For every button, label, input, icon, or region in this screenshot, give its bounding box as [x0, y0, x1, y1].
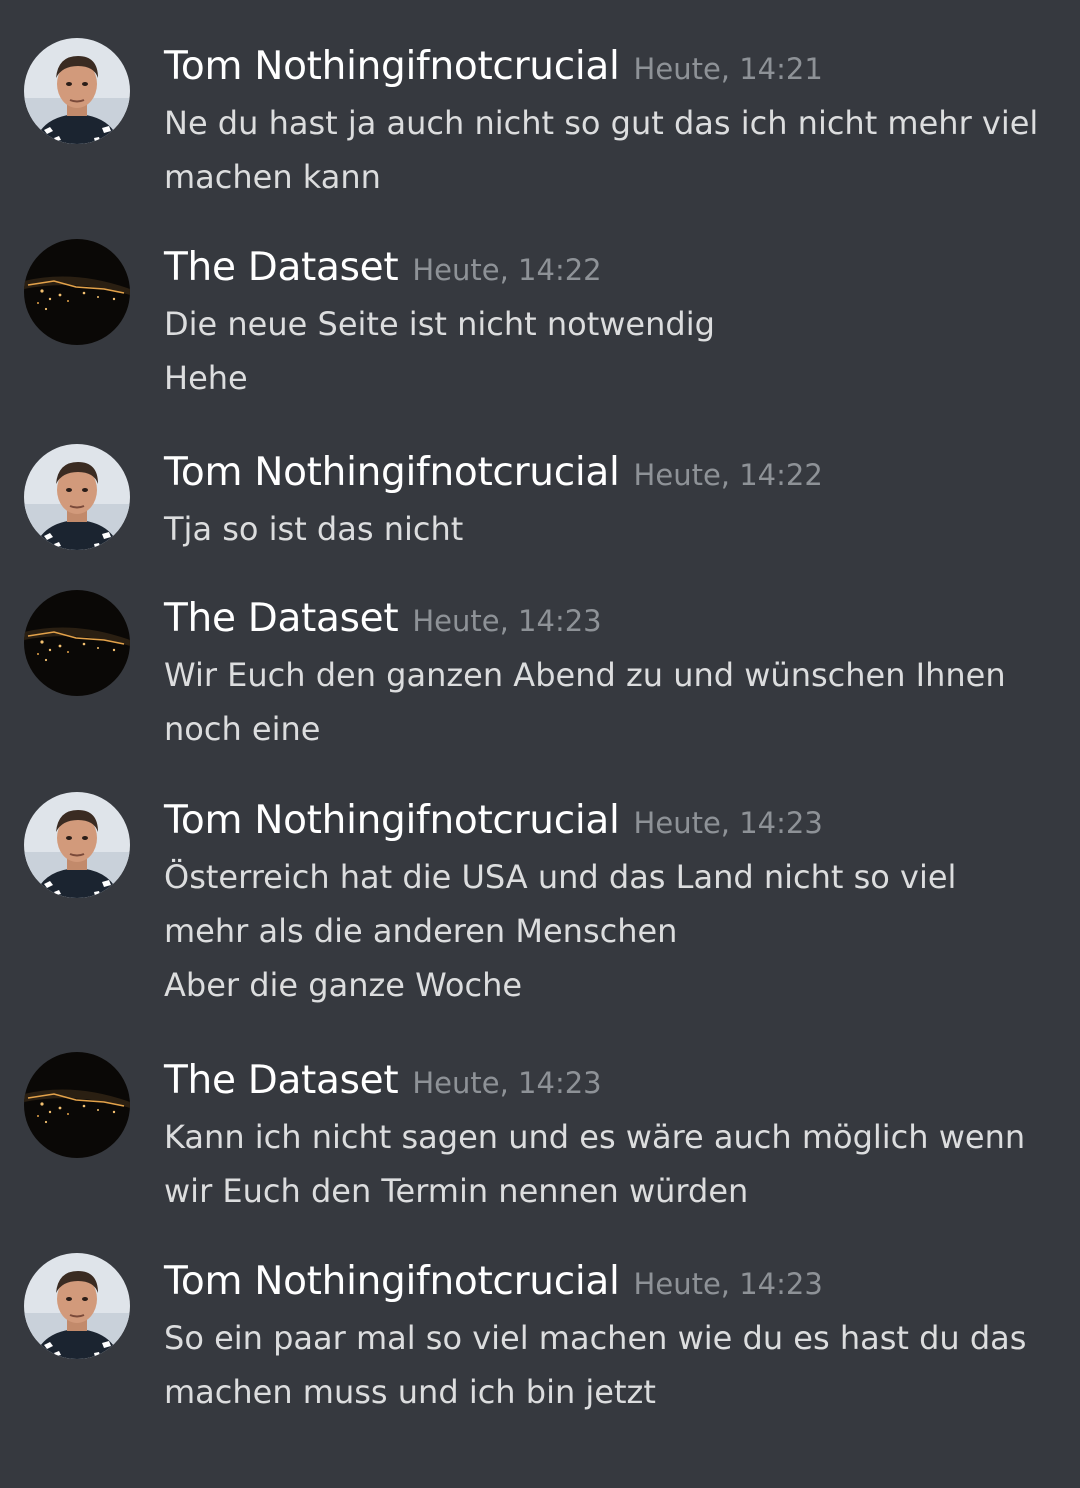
message-header: Tom Nothingifnotcrucial Heute, 14:22 [164, 444, 1054, 502]
person-avatar-icon [24, 444, 130, 550]
night-earth-avatar-icon [24, 239, 130, 345]
message-text: machen muss und ich bin jetzt [164, 1373, 656, 1411]
message-content: Tom Nothingifnotcrucial Heute, 14:22 Tja … [164, 444, 1054, 556]
night-earth-avatar-icon [24, 590, 130, 696]
message-header: Tom Nothingifnotcrucial Heute, 14:23 [164, 1253, 1054, 1311]
message-text: noch eine [164, 710, 321, 748]
message-content: Tom Nothingifnotcrucial Heute, 14:21 Ne d… [164, 38, 1054, 204]
author-name[interactable]: Tom Nothingifnotcrucial [164, 450, 620, 495]
message-text: Wir Euch den ganzen Abend zu und wünsche… [164, 656, 1006, 694]
user-avatar[interactable] [24, 792, 130, 898]
message-text: Ne du hast ja auch nicht so gut das ich … [164, 104, 1039, 142]
message-text: Die neue Seite ist nicht notwendig [164, 305, 715, 343]
timestamp: Heute, 14:22 [412, 253, 602, 287]
person-avatar-icon [24, 38, 130, 144]
message-header: Tom Nothingifnotcrucial Heute, 14:23 [164, 792, 1054, 850]
timestamp: Heute, 14:23 [633, 1267, 823, 1301]
timestamp: Heute, 14:23 [412, 604, 602, 638]
message-content: The Dataset Heute, 14:22 Die neue Seite i… [164, 239, 1054, 405]
user-avatar[interactable] [24, 1052, 130, 1158]
message-text: Aber die ganze Woche [164, 966, 523, 1004]
message-text: mehr als die anderen Menschen [164, 912, 678, 950]
timestamp: Heute, 14:23 [633, 806, 823, 840]
message-text: Tja so ist das nicht [164, 510, 464, 548]
message-header: The Dataset Heute, 14:23 [164, 590, 1054, 648]
user-avatar[interactable] [24, 38, 130, 144]
user-avatar[interactable] [24, 1253, 130, 1359]
author-name[interactable]: The Dataset [164, 245, 399, 290]
timestamp: Heute, 14:21 [633, 52, 823, 86]
person-avatar-icon [24, 1253, 130, 1359]
message-list: Tom Nothingifnotcrucial Heute, 14:21 Ne d… [0, 0, 1080, 1488]
message-header: Tom Nothingifnotcrucial Heute, 14:21 [164, 38, 1054, 96]
author-name[interactable]: Tom Nothingifnotcrucial [164, 798, 620, 843]
author-name[interactable]: The Dataset [164, 1058, 399, 1103]
user-avatar[interactable] [24, 590, 130, 696]
message-text: So ein paar mal so viel machen wie du es… [164, 1319, 1027, 1357]
message-text: machen kann [164, 158, 381, 196]
message-header: The Dataset Heute, 14:23 [164, 1052, 1054, 1110]
message-content: Tom Nothingifnotcrucial Heute, 14:23 So e… [164, 1253, 1054, 1419]
timestamp: Heute, 14:23 [412, 1066, 602, 1100]
message-text: Kann ich nicht sagen und es wäre auch mö… [164, 1118, 1026, 1156]
night-earth-avatar-icon [24, 1052, 130, 1158]
author-name[interactable]: Tom Nothingifnotcrucial [164, 1259, 620, 1304]
message-content: The Dataset Heute, 14:23 Kann ich nicht s… [164, 1052, 1054, 1218]
message-text: Österreich hat die USA und das Land nich… [164, 858, 957, 896]
person-avatar-icon [24, 792, 130, 898]
message-text: wir Euch den Termin nennen würden [164, 1172, 749, 1210]
author-name[interactable]: Tom Nothingifnotcrucial [164, 44, 620, 89]
user-avatar[interactable] [24, 444, 130, 550]
message-content: The Dataset Heute, 14:23 Wir Euch den gan… [164, 590, 1054, 756]
timestamp: Heute, 14:22 [633, 458, 823, 492]
author-name[interactable]: The Dataset [164, 596, 399, 641]
message-header: The Dataset Heute, 14:22 [164, 239, 1054, 297]
user-avatar[interactable] [24, 239, 130, 345]
message-text: Hehe [164, 359, 248, 397]
message-content: Tom Nothingifnotcrucial Heute, 14:23 Öste… [164, 792, 1054, 1012]
